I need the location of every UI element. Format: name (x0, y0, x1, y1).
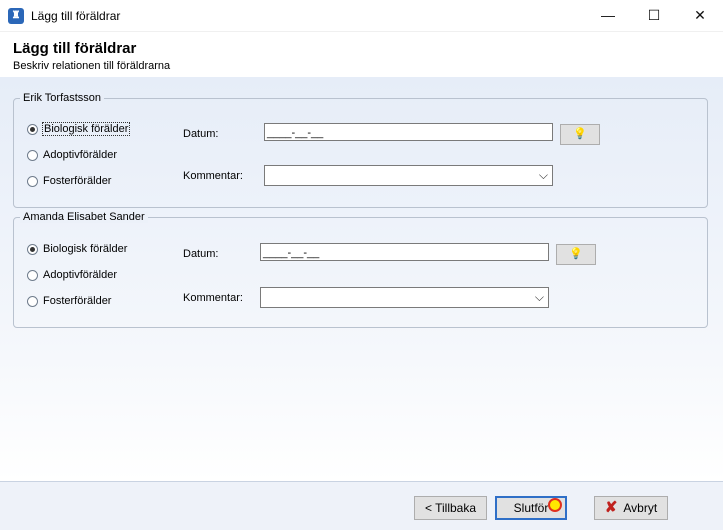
comment-combobox[interactable]: ⌵ (264, 165, 553, 186)
page-subtitle: Beskriv relationen till föräldrarna (13, 60, 171, 72)
date-value: ____-__-__ (263, 247, 320, 259)
comment-label: Kommentar: (183, 292, 243, 304)
radio-button[interactable] (27, 244, 38, 255)
app-icon: ♜ (8, 8, 24, 24)
wizard-footer: < Tillbaka Slutför ✘ Avbryt (0, 481, 723, 530)
back-button[interactable]: < Tillbaka (414, 496, 487, 520)
radio-button[interactable] (27, 270, 38, 281)
date-input[interactable]: ____-__-__ (264, 123, 553, 141)
parent-group-2: Amanda Elisabet Sander Biologisk förälde… (13, 211, 708, 328)
radio-button[interactable] (27, 150, 38, 161)
parent-name: Erik Torfastsson (20, 92, 105, 104)
radio-button[interactable] (27, 176, 38, 187)
title-bar: ♜ Lägg till föräldrar — ☐ ✕ (0, 0, 723, 32)
radio-label: Adoptivförälder (43, 149, 117, 161)
cancel-label: Avbryt (623, 501, 658, 515)
radio-label: Biologisk förälder (42, 122, 131, 136)
maximize-button[interactable]: ☐ (631, 0, 677, 31)
cancel-button[interactable]: ✘ Avbryt (594, 496, 668, 520)
parent-group-1: Erik Torfastsson Biologisk förälder Adop… (13, 92, 708, 208)
lightbulb-icon: 💡 (569, 248, 583, 260)
wizard-header: Lägg till föräldrar Beskriv relationen t… (0, 32, 723, 76)
radio-label: Fosterförälder (43, 175, 112, 187)
page-title: Lägg till föräldrar (13, 40, 137, 57)
window-title: Lägg till föräldrar (31, 9, 121, 23)
date-label: Datum: (183, 128, 219, 140)
comment-combobox[interactable]: ⌵ (260, 287, 549, 308)
date-picker-button[interactable]: 💡 (560, 124, 600, 145)
click-highlight-icon (548, 498, 562, 512)
red-x-icon: ✘ (604, 499, 618, 516)
content-area: Erik Torfastsson Biologisk förälder Adop… (0, 77, 723, 481)
date-label: Datum: (183, 248, 219, 260)
date-value: ____-__-__ (267, 127, 324, 139)
chevron-down-icon[interactable]: ⌵ (539, 168, 548, 183)
radio-label: Biologisk förälder (43, 243, 128, 255)
radio-button[interactable] (27, 124, 38, 135)
chevron-down-icon[interactable]: ⌵ (535, 290, 544, 305)
radio-label: Fosterförälder (43, 295, 112, 307)
date-picker-button[interactable]: 💡 (556, 244, 596, 265)
parent-name: Amanda Elisabet Sander (20, 211, 148, 223)
minimize-button[interactable]: — (585, 0, 631, 31)
radio-label: Adoptivförälder (43, 269, 117, 281)
date-input[interactable]: ____-__-__ (260, 243, 549, 261)
close-button[interactable]: ✕ (677, 0, 723, 31)
radio-button[interactable] (27, 296, 38, 307)
lightbulb-icon: 💡 (573, 128, 587, 140)
comment-label: Kommentar: (183, 170, 243, 182)
